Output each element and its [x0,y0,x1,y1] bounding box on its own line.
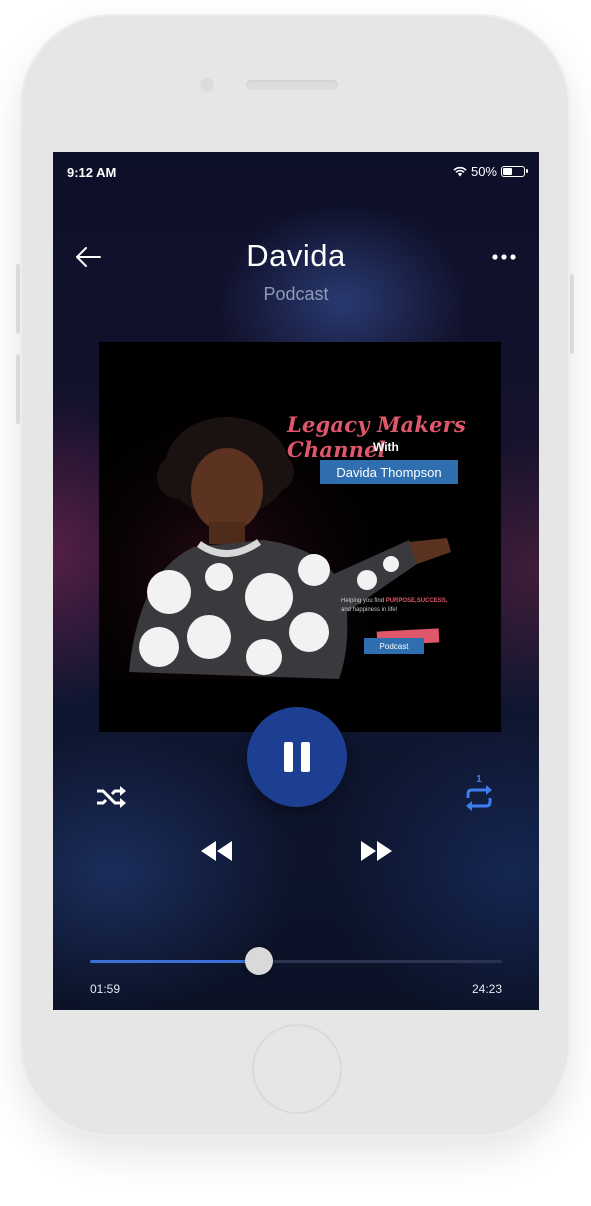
artwork-script-title: Legacy Makers Channel [287,412,466,462]
rewind-icon [201,841,232,861]
page-title: Davida [246,238,346,273]
pause-button[interactable] [247,707,347,807]
shuffle-icon [97,786,126,808]
status-bar: 9:12 AM 50% [53,152,539,192]
wifi-icon [453,166,467,177]
power-button [570,274,574,354]
home-button[interactable] [252,1024,342,1114]
volume-button [16,354,20,424]
repeat-one-button[interactable]: 1 [461,772,497,814]
status-indicators: 50% [453,164,528,179]
tagline-highlight: PURPOSE,SUCCESS, [385,598,448,604]
more-options-button[interactable] [487,240,521,274]
fast-forward-icon [361,841,392,861]
fast-forward-button[interactable] [357,836,397,866]
battery-percent: 50% [470,164,497,179]
volume-button [16,264,20,334]
elapsed-time: 01:59 [90,982,121,996]
host-photo [99,342,501,732]
battery-icon [501,166,528,177]
artwork-tagline: Helping you find PURPOSE,SUCCESS, and ha… [341,597,491,615]
tagline-suffix: and happiness in life! [341,607,398,613]
podcast-artwork: Legacy Makers Channel With Davida Thomps… [99,342,501,732]
artwork-with-text: With [373,440,399,454]
app-screen: 9:12 AM 50% Davida Podcast Legacy Makers… [53,152,539,1010]
tagline-prefix: Helping you find [341,598,386,604]
status-time: 9:12 AM [67,165,117,180]
front-camera [200,78,214,92]
earpiece-speaker [246,80,338,90]
artwork-name-box: Davida Thompson [320,460,458,484]
repeat-count: 1 [476,774,482,785]
more-dots-icon [492,254,516,260]
artwork-badge: Podcast [364,638,424,654]
progress-slider[interactable] [90,947,502,975]
progress-fill [90,960,259,963]
rewind-button[interactable] [196,836,236,866]
battery-level [503,168,512,175]
total-time: 24:23 [471,982,502,996]
repeat-one-icon: 1 [466,774,492,811]
page-subtitle: Podcast [263,284,329,304]
shuffle-button[interactable] [93,782,129,812]
progress-thumb[interactable] [244,947,273,975]
pause-icon [280,742,314,772]
